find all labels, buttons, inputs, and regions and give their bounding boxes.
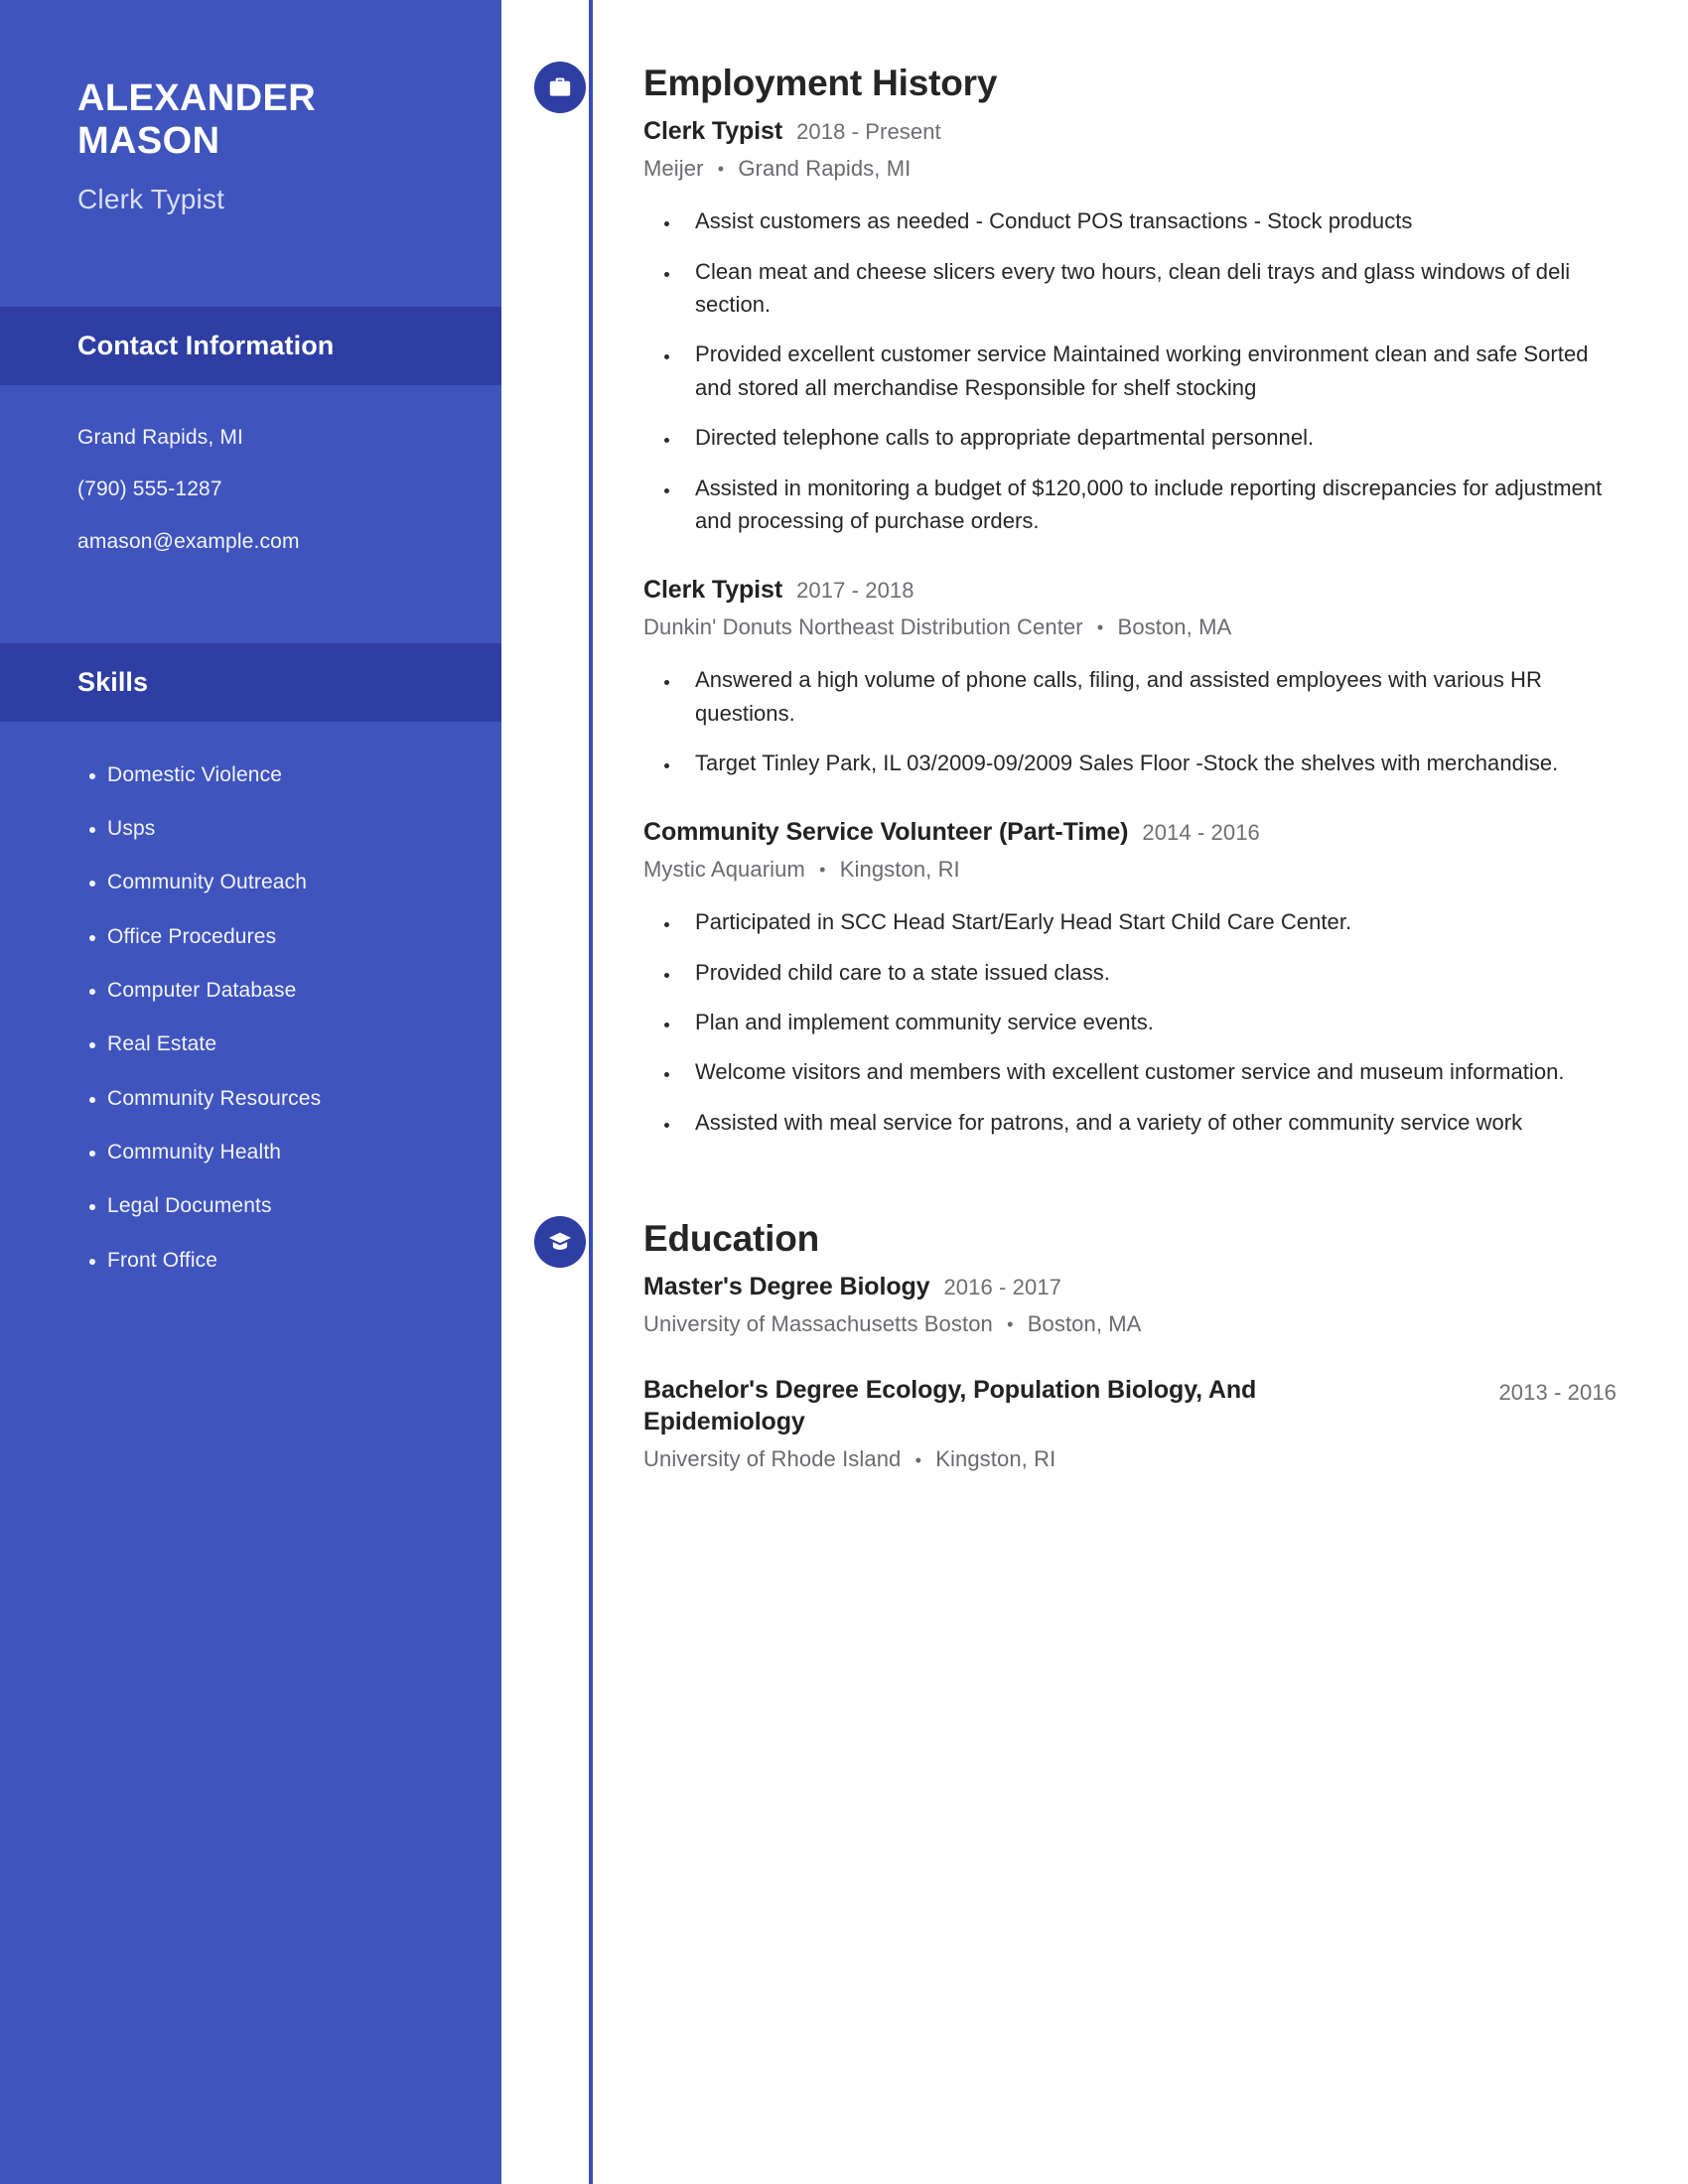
entry-header: Community Service Volunteer (Part-Time) …	[643, 816, 1617, 848]
degree-title: Master's Degree Biology	[643, 1272, 930, 1300]
candidate-role: Clerk Typist	[77, 184, 225, 215]
employment-history-section: Employment History Clerk Typist 2018 - P…	[534, 0, 1617, 1140]
education-entry: Master's Degree Biology 2016 - 2017 Univ…	[643, 1271, 1617, 1339]
job-date: 2014 - 2016	[1142, 819, 1260, 845]
list-item: Provided excellent customer service Main…	[681, 338, 1617, 404]
job-company-location: Dunkin' Donuts Northeast Distribution Ce…	[643, 614, 1617, 642]
list-item: Assisted in monitoring a budget of $120,…	[681, 472, 1617, 538]
job-title: Clerk Typist	[643, 575, 783, 604]
entry-header: Clerk Typist 2017 - 2018	[643, 574, 1617, 606]
entry-title-wrap: Clerk Typist 2017 - 2018	[643, 574, 914, 606]
job-bullets: Assist customers as needed - Conduct POS…	[643, 205, 1617, 538]
list-item: Office Procedures	[107, 923, 452, 950]
job-company-location: Meijer • Grand Rapids, MI	[643, 155, 1617, 184]
contact-phone: (790) 555-1287	[77, 478, 222, 501]
education-entry: Bachelor's Degree Ecology, Population Bi…	[643, 1374, 1617, 1474]
list-item: Computer Database	[107, 977, 452, 1004]
job-location: Grand Rapids, MI	[738, 155, 912, 181]
job-bullets: Participated in SCC Head Start/Early Hea…	[643, 905, 1617, 1139]
briefcase-icon	[534, 62, 586, 113]
list-item: Participated in SCC Head Start/Early Hea…	[681, 905, 1617, 938]
school-location-text: Kingston, RI	[935, 1446, 1056, 1472]
contact-location: Grand Rapids, MI	[77, 426, 243, 450]
school-location: University of Massachusetts Boston • Bos…	[643, 1310, 1617, 1339]
entry-title-wrap: Community Service Volunteer (Part-Time) …	[643, 816, 1260, 848]
bullet-separator-icon: •	[1007, 1314, 1014, 1335]
employment-entry: Community Service Volunteer (Part-Time) …	[643, 816, 1617, 1140]
list-item: Community Resources	[107, 1085, 452, 1112]
skills-section-header: Skills	[0, 642, 501, 722]
candidate-name: Alexander Mason	[77, 77, 317, 162]
contact-list: Grand Rapids, MI (790) 555-1287 amason@e…	[0, 385, 501, 595]
list-item: Answered a high volume of phone calls, f…	[681, 663, 1617, 730]
employment-entry: Clerk Typist 2018 - Present Meijer • Gra…	[643, 115, 1617, 538]
name-block: Alexander Mason Clerk Typist	[0, 0, 501, 215]
school-location-text: Boston, MA	[1027, 1310, 1142, 1336]
list-item: Real Estate	[107, 1030, 452, 1057]
school-name: University of Massachusetts Boston	[643, 1310, 993, 1336]
job-title: Clerk Typist	[643, 116, 783, 145]
content-column: Employment History Clerk Typist 2018 - P…	[501, 0, 1688, 1474]
list-item: Community Health	[107, 1139, 452, 1165]
degree-title: Bachelor's Degree Ecology, Population Bi…	[643, 1376, 1257, 1436]
list-item: Domestic Violence	[107, 761, 452, 788]
list-item: Legal Documents	[107, 1192, 452, 1219]
entry-header: Bachelor's Degree Ecology, Population Bi…	[643, 1374, 1617, 1437]
list-item: Usps	[107, 815, 452, 842]
school-name: University of Rhode Island	[643, 1446, 902, 1472]
page-title: Education	[643, 1218, 820, 1260]
bullet-separator-icon: •	[819, 860, 826, 881]
entry-header: Clerk Typist 2018 - Present	[643, 115, 1617, 147]
main-content: Employment History Clerk Typist 2018 - P…	[501, 0, 1688, 2184]
list-item: Front Office	[107, 1247, 452, 1274]
employment-entry: Clerk Typist 2017 - 2018 Dunkin' Donuts …	[643, 574, 1617, 780]
entry-header: Master's Degree Biology 2016 - 2017	[643, 1271, 1617, 1302]
list-item: Assist customers as needed - Conduct POS…	[681, 205, 1617, 237]
list-item: Directed telephone calls to appropriate …	[681, 421, 1617, 454]
job-location: Boston, MA	[1117, 614, 1232, 639]
degree-date: 2016 - 2017	[943, 1274, 1062, 1299]
sidebar: Alexander Mason Clerk Typist Contact Inf…	[0, 0, 501, 2184]
bullet-separator-icon: •	[717, 159, 725, 180]
bullet-separator-icon: •	[914, 1449, 922, 1470]
job-date: 2017 - 2018	[796, 577, 914, 603]
education-section: Education Master's Degree Biology 2016 -…	[534, 1139, 1617, 1474]
list-item: Welcome visitors and members with excell…	[681, 1055, 1617, 1088]
list-item: Plan and implement community service eve…	[681, 1006, 1617, 1038]
entry-title-wrap: Bachelor's Degree Ecology, Population Bi…	[643, 1374, 1279, 1437]
list-item: Target Tinley Park, IL 03/2009-09/2009 S…	[681, 747, 1617, 779]
list-item: Assisted with meal service for patrons, …	[681, 1106, 1617, 1139]
school-location: University of Rhode Island • Kingston, R…	[643, 1445, 1617, 1474]
entry-title-wrap: Clerk Typist 2018 - Present	[643, 115, 941, 147]
graduation-cap-icon	[534, 1216, 586, 1269]
job-company-location: Mystic Aquarium • Kingston, RI	[643, 856, 1617, 885]
list-item: Clean meat and cheese slicers every two …	[681, 255, 1617, 322]
job-company: Dunkin' Donuts Northeast Distribution Ce…	[643, 614, 1083, 639]
job-date: 2018 - Present	[796, 118, 941, 144]
job-company: Meijer	[643, 155, 704, 181]
page-title: Employment History	[643, 63, 998, 103]
entry-title-wrap: Master's Degree Biology 2016 - 2017	[643, 1271, 1061, 1302]
degree-date: 2013 - 2016	[1498, 1380, 1617, 1406]
contact-section-header: Contact Information	[0, 307, 501, 386]
resume-page: Alexander Mason Clerk Typist Contact Inf…	[0, 0, 1688, 2184]
job-title: Community Service Volunteer (Part-Time)	[643, 817, 1129, 846]
job-bullets: Answered a high volume of phone calls, f…	[643, 663, 1617, 779]
job-location: Kingston, RI	[839, 856, 960, 882]
contact-email: amason@example.com	[77, 529, 300, 553]
bullet-separator-icon: •	[1096, 617, 1104, 638]
skills-list: Domestic Violence Usps Community Outreac…	[0, 722, 501, 1313]
list-item: Community Outreach	[107, 869, 452, 895]
job-company: Mystic Aquarium	[643, 856, 805, 882]
list-item: Provided child care to a state issued cl…	[681, 956, 1617, 989]
